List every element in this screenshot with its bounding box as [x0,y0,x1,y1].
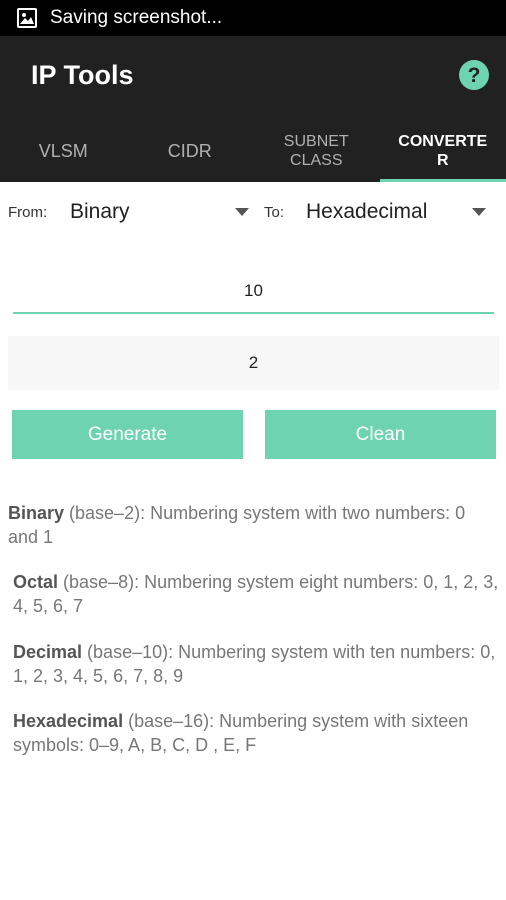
conversion-selectors: From: Binary To: Hexadecimal [0,190,506,236]
result-display: 2 [8,336,499,390]
info-hexadecimal: Hexadecimal (base–16): Numbering system … [13,711,469,755]
tab-subnet-class[interactable]: SUBNET CLASS [253,120,380,182]
from-label: From: [8,204,48,221]
result-value: 2 [248,353,259,372]
image-icon [17,8,37,28]
help-circle-icon[interactable]: ? [459,60,489,90]
from-spinner[interactable]: Binary [70,200,130,224]
tab-bar: VLSM CIDR SUBNET CLASS CONVERTE R [0,120,506,182]
status-bar: Saving screenshot... [0,0,506,36]
info-binary: Binary (base–2): Numbering system with t… [8,503,466,547]
app-bar: IP Tools ? [0,36,506,120]
dropdown-arrow-icon[interactable] [472,208,486,216]
info-octal: Octal (base–8): Numbering system eight n… [13,572,499,616]
to-spinner[interactable]: Hexadecimal [306,200,427,224]
app-title: IP Tools [31,60,134,90]
generate-button[interactable]: Generate [12,410,243,459]
value-input-container [13,272,494,314]
value-input[interactable] [13,272,494,310]
clean-button[interactable]: Clean [265,410,496,459]
info-decimal: Decimal (base–10): Numbering system with… [13,642,496,686]
tab-vlsm[interactable]: VLSM [0,120,127,182]
to-label: To: [264,204,285,221]
tab-cidr[interactable]: CIDR [127,120,254,182]
tab-converter[interactable]: CONVERTE R [379,120,506,182]
svg-text:?: ? [468,64,481,87]
dropdown-arrow-icon[interactable] [235,208,249,216]
status-text: Saving screenshot... [50,7,223,28]
